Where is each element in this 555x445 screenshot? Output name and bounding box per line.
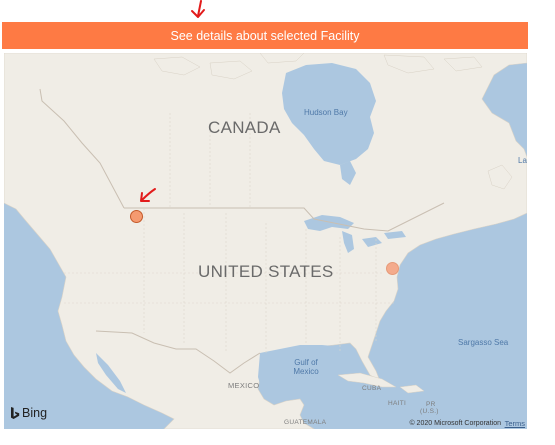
see-details-button[interactable]: See details about selected Facility	[2, 22, 528, 49]
guatemala-label: GUATEMALA	[284, 419, 327, 426]
us-territory-label: (U.S.)	[420, 408, 439, 415]
see-details-label: See details about selected Facility	[170, 28, 360, 43]
bing-icon	[11, 406, 20, 419]
pr-label: PR	[426, 401, 436, 408]
cuba-label: CUBA	[362, 385, 382, 392]
hudson-bay-label: Hudson Bay	[304, 108, 348, 117]
united-states-label: UNITED STATES	[198, 262, 334, 281]
annotation-arrow-icon	[140, 188, 156, 202]
facility-pin-east-coast[interactable]	[386, 262, 399, 275]
canada-label: CANADA	[208, 118, 281, 137]
mexico-label: MEXICO	[228, 381, 260, 390]
copyright-text: © 2020 Microsoft Corporation	[409, 420, 501, 427]
sargasso-sea-label: Sargasso Sea	[458, 338, 509, 347]
bing-logo[interactable]: Bing	[10, 406, 47, 420]
hispaniola-land	[399, 384, 425, 394]
facility-pin-pacific-northwest[interactable]	[130, 210, 143, 223]
annotation-arrow-icon	[191, 0, 205, 18]
bing-logo-text: Bing	[22, 406, 48, 420]
terms-link[interactable]: Terms	[505, 419, 527, 428]
haiti-label: HAITI	[388, 400, 407, 407]
map-base	[4, 53, 527, 429]
gulf-of-mexico-label: Gulf of Mexico	[293, 358, 319, 376]
edge-label-fragment: La	[518, 156, 527, 165]
facility-map[interactable]: CANADA UNITED STATES MEXICO Hudson Bay G…	[4, 53, 527, 429]
